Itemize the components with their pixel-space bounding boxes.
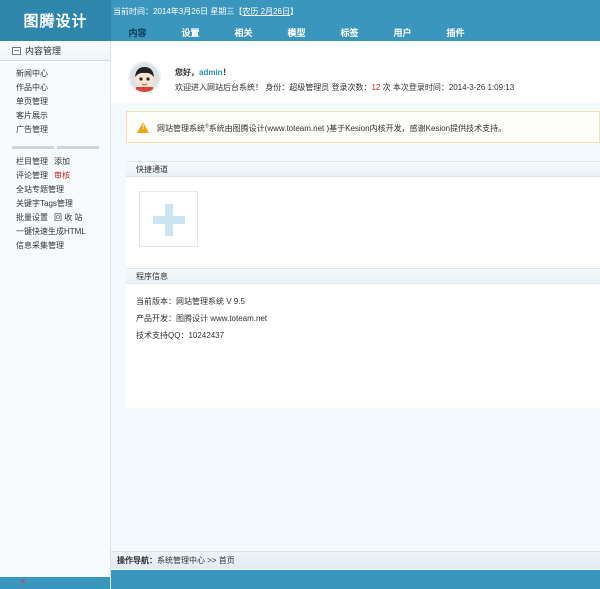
username: admin — [199, 68, 223, 77]
version-line: 当前版本：网站管理系统 V 9.5 — [136, 297, 245, 306]
sidebar-bottom-bar: ✕ — [0, 577, 110, 589]
greeting: 您好，admin！ — [175, 67, 231, 78]
main-nav: 内容 设置 相关 模型 标签 用户 插件 — [111, 25, 482, 41]
program-info-panel: 程序信息 当前版本：网站管理系统 V 9.5 产品开发：图腾设计 www.tot… — [126, 268, 600, 408]
welcome-text: 欢迎进入网站后台系统！ 身份： — [175, 83, 290, 92]
sidebar-header: 内容管理 — [0, 41, 110, 61]
brand-logo: 图腾设计 — [0, 0, 111, 41]
footer-bar — [111, 570, 600, 589]
sidebar-group-content: 新闻中心 作品中心 单页管理 客片展示 广告管理 — [0, 61, 110, 137]
program-info-list: 当前版本：网站管理系统 V 9.5 产品开发：图腾设计 www.toteam.n… — [126, 284, 600, 344]
quick-access-title: 快捷通道 — [126, 161, 600, 177]
top-header: 图腾设计 当前时间：2014年3月26日 星期三【农历 2月26日】 内容 设置… — [0, 0, 600, 41]
sidebar-item-generate-html[interactable]: 一键快速生成HTML — [16, 225, 110, 239]
sidebar-item-single-page[interactable]: 单页管理 — [16, 95, 110, 109]
sidebar-item-comments: 评论管理 审核 — [16, 169, 110, 183]
nav-tab-related[interactable]: 相关 — [217, 25, 270, 41]
column-manage-link[interactable]: 栏目管理 — [16, 157, 48, 166]
sidebar-item-ads[interactable]: 广告管理 — [16, 123, 110, 137]
breadcrumb: 操作导航：系统管理中心 >> 首页 — [111, 551, 600, 569]
nav-tab-users[interactable]: 用户 — [376, 25, 429, 41]
current-datetime: 当前时间：2014年3月26日 星期三【农历 2月26日】 — [113, 6, 298, 17]
nav-tab-model[interactable]: 模型 — [270, 25, 323, 41]
breadcrumb-system-center[interactable]: 系统管理中心 — [157, 556, 205, 565]
notice-text: 网站管理系统®系统由图腾设计(www.toteam.net )基于Kesion内… — [157, 123, 506, 134]
plus-icon — [153, 204, 185, 236]
avatar-face-icon — [135, 67, 154, 92]
notice-text-a: 网站管理系统 — [157, 124, 205, 133]
developer-line: 产品开发：图腾设计 www.toteam.net — [136, 314, 268, 323]
breadcrumb-home[interactable]: 首页 — [219, 556, 235, 565]
sidebar-item-news[interactable]: 新闻中心 — [16, 67, 110, 81]
sidebar-title: 内容管理 — [25, 46, 62, 56]
login-info: 欢迎进入网站后台系统！ 身份：超级管理员 登录次数：12 次 本次登录时间：20… — [175, 82, 514, 93]
greeting-exclaim: ！ — [222, 68, 231, 77]
welcome-panel: 您好，admin！ 欢迎进入网站后台系统！ 身份：超级管理员 登录次数：12 次… — [111, 41, 600, 103]
role-value: 超级管理员 — [289, 83, 330, 92]
notice-text-b: 系统由图腾设计(www.toteam.net )基于Kesion内核开发，感谢K… — [208, 124, 507, 133]
comment-manage-link[interactable]: 评论管理 — [16, 171, 48, 180]
date-text-end: 】 — [289, 7, 298, 16]
login-count-label: 登录次数： — [329, 83, 372, 92]
recycle-bin-link[interactable]: 回 收 站 — [54, 213, 82, 222]
support-qq-line: 技术支持QQ：10242437 — [136, 331, 225, 340]
add-shortcut-button[interactable] — [139, 191, 198, 247]
system-notice: 网站管理系统®系统由图腾设计(www.toteam.net )基于Kesion内… — [126, 111, 600, 143]
close-x-icon[interactable]: ✕ — [20, 579, 26, 586]
warning-icon — [137, 122, 149, 133]
nav-tab-tags[interactable]: 标签 — [323, 25, 376, 41]
program-info-title: 程序信息 — [126, 268, 600, 284]
sidebar-item-works[interactable]: 作品中心 — [16, 81, 110, 95]
content-manage-icon — [12, 46, 21, 55]
breadcrumb-separator: >> — [205, 556, 219, 565]
sidebar-group-tools: 栏目管理 添加 评论管理 审核 全站专题管理 关键字Tags管理 批量设置回 收 站… — [0, 155, 110, 253]
comment-review-link[interactable]: 审核 — [54, 171, 70, 180]
breadcrumb-label: 操作导航： — [117, 556, 157, 565]
lunar-date-link[interactable]: 农历 2月26日 — [242, 7, 290, 16]
nav-tab-content[interactable]: 内容 — [111, 25, 164, 41]
sidebar-item-topics[interactable]: 全站专题管理 — [16, 183, 110, 197]
main-content: 您好，admin！ 欢迎进入网站后台系统！ 身份：超级管理员 登录次数：12 次… — [111, 41, 600, 589]
nav-tab-plugins[interactable]: 插件 — [429, 25, 482, 41]
sidebar-item-collect[interactable]: 信息采集管理 — [16, 239, 110, 253]
sidebar-item-columns: 栏目管理 添加 — [16, 155, 110, 169]
sidebar-divider — [12, 146, 110, 149]
avatar — [128, 61, 161, 94]
batch-settings-link[interactable]: 批量设置 — [16, 213, 48, 222]
greeting-text: 您好， — [175, 68, 199, 77]
sidebar-item-batch: 批量设置回 收 站 — [16, 211, 110, 225]
sidebar-item-client-photos[interactable]: 客片展示 — [16, 109, 110, 123]
nav-tab-settings[interactable]: 设置 — [164, 25, 217, 41]
sidebar: 内容管理 新闻中心 作品中心 单页管理 客片展示 广告管理 栏目管理 添加 评论管… — [0, 41, 111, 589]
date-text: 当前时间：2014年3月26日 星期三【 — [113, 7, 243, 16]
sidebar-item-tags[interactable]: 关键字Tags管理 — [16, 197, 110, 211]
column-add-link[interactable]: 添加 — [54, 157, 70, 166]
login-time-text: 次 本次登录时间：2014-3-26 1:09:13 — [380, 83, 515, 92]
